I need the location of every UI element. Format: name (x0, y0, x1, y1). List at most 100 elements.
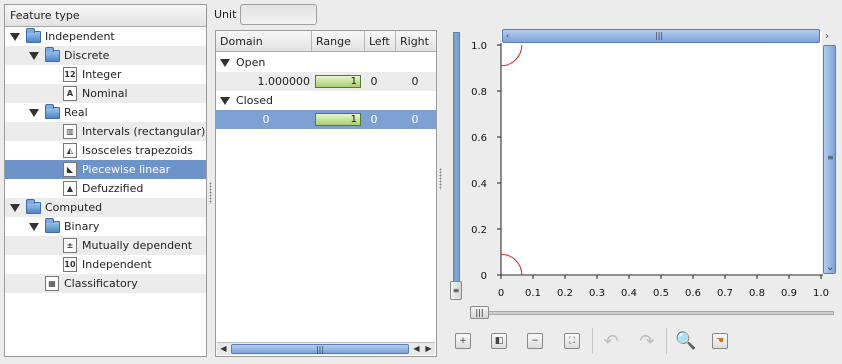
tree-item-label: Binary (64, 220, 100, 233)
remove-icon[interactable]: − (527, 333, 543, 349)
expand-triangle-icon[interactable] (10, 32, 20, 41)
x-tick-label: 0.4 (621, 288, 637, 299)
curve-open-end (500, 44, 523, 67)
y-tick-label: 0.4 (471, 179, 487, 190)
add-point-icon[interactable]: + (455, 333, 471, 349)
tree-item[interactable]: A Nominal (5, 84, 206, 103)
tree-item[interactable]: ▥ Intervals (rectangular) (5, 122, 206, 141)
zoom-icon[interactable]: 🔍 (675, 331, 696, 351)
y-tick-label: 0.6 (471, 133, 487, 144)
tree-item[interactable]: ▦ Classificatory (5, 274, 206, 293)
x-tick-label: 0 (498, 288, 504, 299)
group-label: Closed (236, 94, 273, 107)
splitter-handle-left[interactable] (209, 182, 212, 204)
tree-item-label: Mutually dependent (82, 239, 193, 252)
plot-right-scrollbar[interactable]: ≡ (823, 45, 836, 274)
folder-icon (45, 103, 60, 119)
nominal-icon: A (63, 86, 77, 101)
pan-icon[interactable]: ☚ (712, 333, 728, 349)
table-row[interactable]: 1.000000 1 0 0 (216, 72, 436, 91)
tree-item-label: Intervals (rectangular) (82, 125, 206, 138)
y-tick-label: 1.0 (471, 41, 487, 52)
scroll-grip-icon: ||| (655, 31, 664, 40)
right-cell: 0 (411, 75, 419, 88)
group-row-closed[interactable]: Closed (216, 91, 436, 110)
binary-independent-icon: 10 (63, 257, 77, 272)
scroll-right-icon[interactable]: › (825, 31, 829, 42)
toolbar-separator (666, 328, 667, 354)
expand-triangle-icon[interactable] (29, 222, 39, 231)
defuzzified-icon: ▲ (63, 181, 77, 196)
scroll-thumb[interactable]: ||| (231, 344, 409, 354)
x-tick-label: 0.5 (653, 288, 669, 299)
x-tick-label: 0.8 (749, 288, 765, 299)
expand-triangle-icon[interactable] (10, 203, 20, 212)
feature-type-tree: Feature type Independent Discrete 12 Intege… (4, 4, 207, 357)
trapezoid-icon: ◭ (63, 143, 77, 158)
folder-icon (45, 217, 60, 233)
undo-icon[interactable]: ↶ (603, 331, 619, 352)
expand-triangle-icon[interactable] (29, 108, 39, 117)
tree-item[interactable]: Computed (5, 198, 206, 217)
unit-field[interactable] (240, 4, 317, 25)
table-row-selected[interactable]: 0 1 0 0 (216, 110, 436, 129)
plot-top-scrollbar[interactable]: ‹ ||| (502, 29, 820, 43)
tree-header[interactable]: Feature type (5, 5, 206, 27)
tree-item[interactable]: ▲ Defuzzified (5, 179, 206, 198)
tree-item[interactable]: ◭ Isosceles trapezoids (5, 141, 206, 160)
toolbar-separator (592, 328, 593, 354)
domain-table: Domain Range Left Right Open 1.000000 1 … (215, 30, 437, 357)
expand-triangle-icon[interactable] (220, 58, 230, 67)
scroll-right-icon[interactable]: ◀ (411, 344, 422, 354)
unit-label: Unit (214, 8, 237, 21)
domain-cell: 1.000000 (257, 75, 311, 88)
x-tick-label: 0.7 (717, 288, 733, 299)
x-tick-label: 0.1 (525, 288, 541, 299)
horizontal-slider-knob[interactable]: ||| (470, 306, 489, 319)
tree-item[interactable]: ± Mutually dependent (5, 236, 206, 255)
range-bar[interactable]: 1 (315, 113, 361, 126)
group-label: Open (236, 56, 266, 69)
classificatory-icon: ▦ (45, 276, 59, 291)
column-header-left[interactable]: Left (365, 31, 396, 51)
expand-triangle-icon[interactable] (29, 51, 39, 60)
scroll-left-icon[interactable]: ◀ (218, 344, 229, 354)
intervals-icon: ▥ (63, 124, 77, 139)
curve-closed-end (500, 253, 523, 276)
tree-item[interactable]: Binary (5, 217, 206, 236)
expand-triangle-icon[interactable] (220, 96, 230, 105)
scroll-down-icon[interactable]: ⌄ (826, 262, 834, 273)
x-tick-label: 1.0 (813, 288, 829, 299)
tree-item[interactable]: 12 Integer (5, 65, 206, 84)
redo-icon[interactable]: ↷ (639, 331, 655, 352)
scroll-left-icon[interactable]: ‹ (506, 31, 509, 40)
tree-item[interactable]: 10 Independent (5, 255, 206, 274)
range-bar[interactable]: 1 (315, 75, 361, 88)
tree-item[interactable]: Discrete (5, 46, 206, 65)
scroll-grip-icon: ≡ (827, 153, 834, 162)
right-cell: 0 (411, 113, 419, 126)
scroll-right-icon[interactable]: ▶ (423, 344, 434, 354)
tree-item[interactable]: Independent (5, 27, 206, 46)
tree-item-label: Classificatory (64, 277, 138, 290)
y-tick-label: 0.8 (471, 87, 487, 98)
column-header-domain[interactable]: Domain (216, 31, 312, 51)
fit-view-icon[interactable]: ⛶ (564, 333, 580, 349)
group-row-open[interactable]: Open (216, 53, 436, 72)
splitter-handle-right[interactable] (439, 168, 442, 190)
column-header-right[interactable]: Right (396, 31, 436, 51)
piecewise-icon: ◣ (63, 162, 77, 177)
copy-icon[interactable]: ◧ (491, 333, 507, 349)
tree-item-label: Independent (82, 258, 152, 271)
tree-item-label: Computed (45, 201, 103, 214)
horizontal-zoom-slider[interactable] (470, 311, 834, 315)
domain-cell: 0 (262, 113, 270, 126)
table-horizontal-scrollbar[interactable]: ◀ ||| ◀ ▶ (217, 342, 435, 355)
mutually-dependent-icon: ± (63, 238, 77, 253)
tree-item-label: Discrete (64, 49, 110, 62)
column-header-range[interactable]: Range (312, 31, 365, 51)
left-cell: 0 (370, 113, 378, 126)
tree-item[interactable]: Real (5, 103, 206, 122)
tree-item[interactable]: ◣ Piecewise linear (5, 160, 206, 179)
tree-item-label: Isosceles trapezoids (82, 144, 193, 157)
